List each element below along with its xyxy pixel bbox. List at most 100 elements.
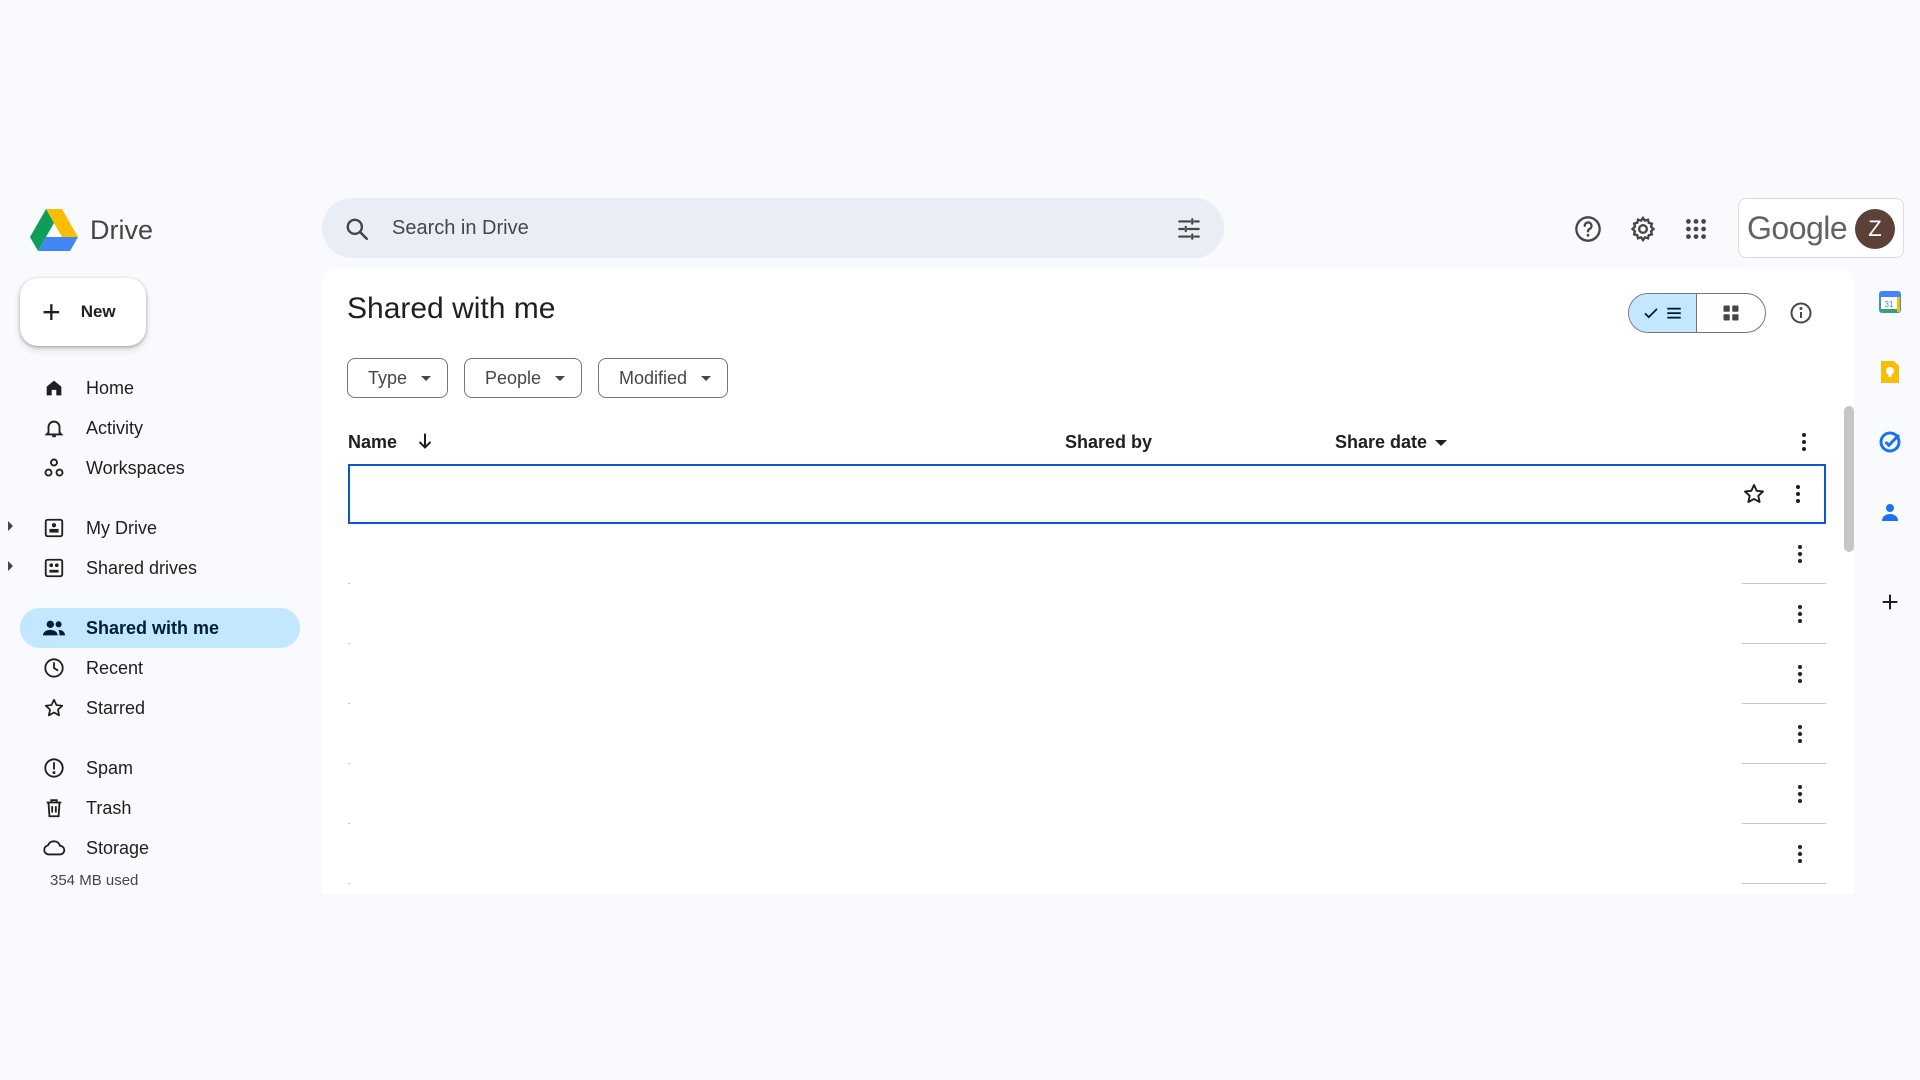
- keep-app-button[interactable]: [1876, 358, 1904, 386]
- table-row[interactable]: [348, 464, 1826, 524]
- chip-label: People: [485, 367, 542, 388]
- scrollbar-thumb[interactable]: [1844, 406, 1854, 552]
- add-addons-button[interactable]: [1876, 588, 1904, 616]
- people-icon: [42, 616, 66, 640]
- avatar[interactable]: Z: [1855, 209, 1895, 249]
- grid-view-button[interactable]: [1697, 294, 1765, 332]
- chip-label: Modified: [619, 367, 688, 388]
- new-button-label: New: [80, 302, 116, 321]
- sidebar-item-label: Shared with me: [86, 617, 220, 638]
- drive-logo-icon: [30, 209, 78, 251]
- sidebar-item-my-drive[interactable]: My Drive: [8, 508, 300, 548]
- more-options-icon[interactable]: [1786, 482, 1810, 506]
- sidebar-item-shared-with-me[interactable]: Shared with me: [20, 608, 300, 648]
- expand-caret-icon[interactable]: [8, 561, 13, 571]
- more-options-icon[interactable]: [1788, 662, 1812, 686]
- tasks-app-button[interactable]: [1876, 428, 1904, 456]
- sort-arrow-down-icon[interactable]: [414, 430, 436, 452]
- my-drive-icon: [42, 516, 66, 540]
- trash-icon: [42, 796, 66, 820]
- sidebar-item-recent[interactable]: Recent: [20, 648, 300, 688]
- sidebar-item-label: Home: [86, 377, 135, 398]
- more-options-icon[interactable]: [1788, 722, 1812, 746]
- table-row[interactable]: [348, 764, 1826, 824]
- storage-used-text: 354 MB used: [50, 872, 139, 889]
- sidebar-item-trash[interactable]: Trash: [20, 788, 300, 828]
- column-header-share-date[interactable]: Share date: [1335, 432, 1448, 453]
- plus-icon: +: [42, 294, 61, 330]
- apps-button[interactable]: [1676, 209, 1716, 249]
- table-row[interactable]: [348, 644, 1826, 704]
- sidebar-item-label: My Drive: [86, 517, 157, 538]
- grid-icon: [1723, 305, 1739, 321]
- sidebar-item-storage[interactable]: Storage: [20, 828, 300, 868]
- sidebar-item-label: Workspaces: [86, 457, 185, 478]
- dropdown-arrow-icon: [1435, 440, 1448, 447]
- table-row[interactable]: [348, 584, 1826, 644]
- list-view-button[interactable]: [1629, 294, 1697, 332]
- main-panel: Shared with me Type People Modified Name: [322, 268, 1854, 894]
- google-wordmark: Google: [1747, 209, 1848, 246]
- spam-icon: [42, 756, 66, 780]
- more-options-icon[interactable]: [1788, 842, 1812, 866]
- new-button[interactable]: + New: [20, 278, 146, 346]
- list-icon: [1666, 307, 1681, 319]
- tasks-icon: [1879, 431, 1901, 453]
- sidebar-item-label: Storage: [86, 837, 150, 858]
- table-row[interactable]: [348, 524, 1826, 584]
- calendar-icon: 31: [1879, 291, 1901, 313]
- calendar-app-button[interactable]: 31: [1876, 288, 1904, 316]
- more-options-icon[interactable]: [1788, 782, 1812, 806]
- contacts-app-button[interactable]: [1876, 498, 1904, 526]
- more-options-icon[interactable]: [1788, 602, 1812, 626]
- drive-logo[interactable]: Drive: [30, 206, 153, 254]
- search-options-icon[interactable]: [1176, 216, 1202, 242]
- gear-icon: [1630, 215, 1656, 243]
- sidebar-item-shared-drives[interactable]: Shared drives: [8, 548, 300, 588]
- account-switcher[interactable]: Google Z: [1738, 198, 1904, 258]
- type-filter-chip[interactable]: Type: [347, 358, 449, 398]
- column-options-icon[interactable]: [1792, 430, 1816, 454]
- sidebar-item-label: Spam: [86, 757, 134, 778]
- svg-text:31: 31: [1885, 300, 1894, 309]
- support-button[interactable]: [1568, 209, 1608, 249]
- home-icon: [42, 376, 66, 400]
- search-input[interactable]: Search in Drive: [392, 217, 529, 240]
- clock-icon: [42, 656, 66, 680]
- sidebar-item-starred[interactable]: Starred: [20, 688, 300, 728]
- sidebar-item-label: Starred: [86, 697, 146, 718]
- column-header-name[interactable]: Name: [348, 432, 397, 453]
- search-icon[interactable]: [344, 216, 370, 242]
- sidebar-item-spam[interactable]: Spam: [20, 748, 300, 788]
- search-bar[interactable]: Search in Drive: [322, 198, 1224, 258]
- table-row[interactable]: [348, 704, 1826, 764]
- people-filter-chip[interactable]: People: [464, 358, 583, 398]
- view-toggle[interactable]: [1628, 293, 1766, 333]
- sidebar-item-label: Trash: [86, 797, 132, 818]
- sidebar-item-home[interactable]: Home: [20, 368, 300, 408]
- settings-button[interactable]: [1623, 209, 1663, 249]
- expand-caret-icon[interactable]: [8, 521, 13, 531]
- table-row[interactable]: [348, 824, 1826, 884]
- bell-icon: [42, 416, 66, 440]
- sidebar-item-workspaces[interactable]: Workspaces: [20, 448, 300, 488]
- plus-icon: [1882, 594, 1898, 610]
- page-title: Shared with me: [347, 292, 556, 325]
- star-outline-icon[interactable]: [1742, 482, 1766, 506]
- row-divider: [1742, 883, 1826, 884]
- chip-label: Type: [368, 367, 408, 388]
- column-header-shared-by[interactable]: Shared by: [1065, 432, 1152, 453]
- dropdown-arrow-icon: [421, 375, 432, 381]
- sidebar-item-label: Activity: [86, 417, 144, 438]
- app-name: Drive: [90, 214, 154, 245]
- keep-icon: [1881, 361, 1899, 383]
- sidebar-item-label: Recent: [86, 657, 144, 678]
- dropdown-arrow-icon: [555, 375, 566, 381]
- sidebar-item-activity[interactable]: Activity: [20, 408, 300, 448]
- contacts-icon: [1882, 504, 1898, 521]
- info-icon: [1790, 302, 1812, 324]
- modified-filter-chip[interactable]: Modified: [598, 358, 729, 398]
- details-button[interactable]: [1784, 296, 1818, 330]
- more-options-icon[interactable]: [1788, 542, 1812, 566]
- workspaces-icon: [42, 456, 66, 480]
